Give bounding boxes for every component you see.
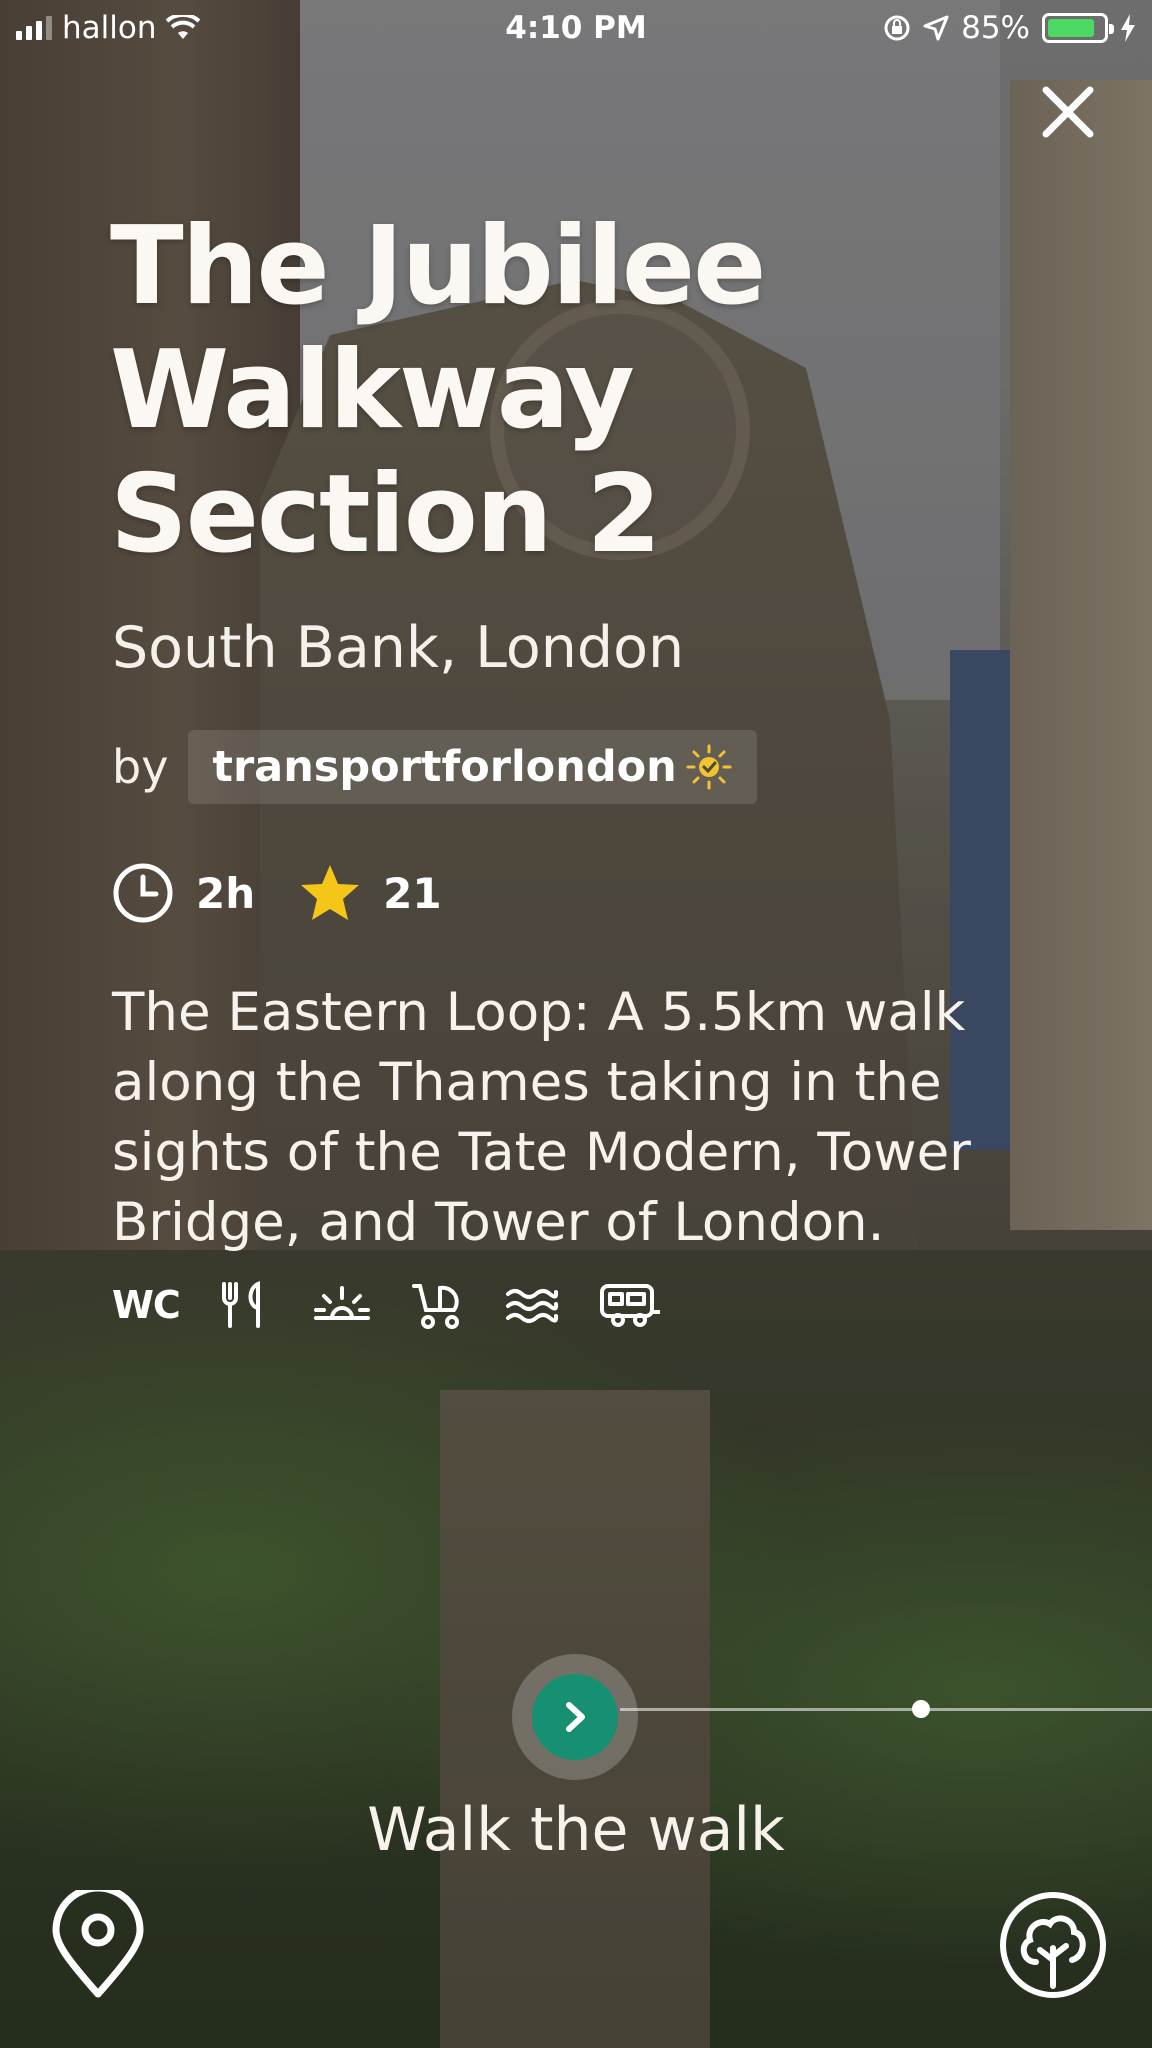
clock-icon [113,863,173,923]
author-row: by transportforlondon [112,730,757,804]
start-walk-button[interactable] [532,1674,618,1760]
amenities-row: WC [112,1280,662,1330]
walk-location: South Bank, London [112,615,685,681]
walk-stats: 2h 21 [112,862,486,924]
battery-icon [1042,13,1114,43]
stroller-icon [411,1284,459,1329]
walk-title-line: Walkway [110,328,635,453]
walk-title-line: The Jubilee [110,204,766,329]
author-link[interactable]: transportforlondon [188,730,757,804]
author-name: transportforlondon [212,742,677,792]
battery-percent: 85% [961,10,1030,46]
map-pin-icon[interactable] [48,1890,148,2000]
caravan-icon [599,1284,660,1327]
star-icon [301,865,360,920]
walk-description: The Eastern Loop: A 5.5km walk along the… [112,982,971,1253]
wc-icon: WC [112,1283,181,1327]
location-arrow-icon [923,15,949,41]
rating-value: 21 [383,868,442,918]
charging-bolt-icon [1121,14,1135,42]
by-label: by [112,740,169,794]
tree-icon[interactable] [998,1890,1108,2000]
progress-marker [912,1700,930,1718]
restaurant-icon [221,1281,260,1328]
walk-the-walk-label: Walk the walk [367,1795,785,1865]
duration-value: 2h [196,868,256,918]
orientation-lock-icon [884,15,910,41]
status-bar: hallon 4:10 PM 85% [0,0,1152,58]
progress-line [620,1708,1152,1711]
sunrise-icon [313,1286,370,1320]
walk-title-line: Section 2 [110,452,662,577]
chevron-right-icon [566,1702,585,1732]
water-icon [505,1289,558,1323]
sun-badge-icon [686,744,732,790]
walk-title: The Jubilee Walkway Section 2 [110,205,1010,577]
close-icon[interactable] [1036,80,1100,144]
